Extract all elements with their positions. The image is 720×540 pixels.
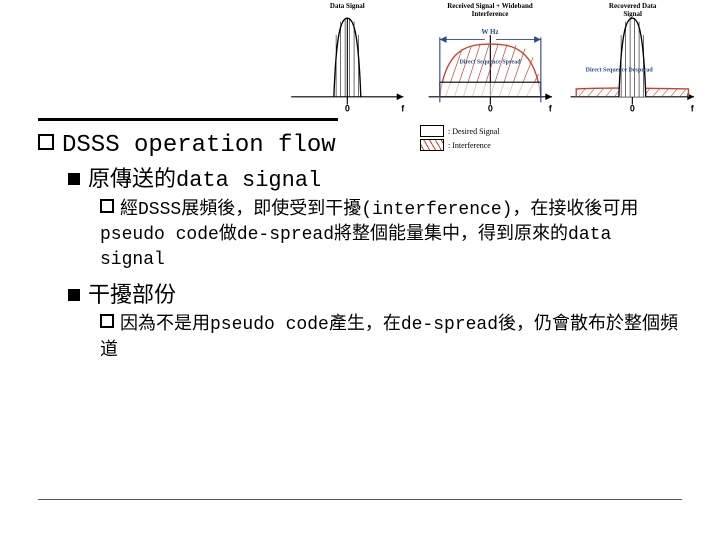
level3-item: 因為不是用pseudo code產生，在de-spread後，仍會散布於整個頻道 <box>100 313 682 363</box>
svg-text:0: 0 <box>488 103 493 113</box>
diagram-title: Received Signal + Wideband Interference <box>435 2 545 18</box>
bandwidth-label: W Hz <box>481 28 498 36</box>
diagram-title: Recovered Data Signal <box>599 2 666 18</box>
level2-text: 干擾部份 <box>88 284 176 309</box>
svg-text:f: f <box>691 103 694 113</box>
bullet-open-icon <box>100 314 114 328</box>
level1-item: DSSS operation flow <box>38 130 682 162</box>
level2-item: 原傳送的data signal <box>68 166 682 196</box>
bullet-solid-icon <box>68 289 80 301</box>
dsss-diagrams: Data Signal 0 f Received Signal + Wideba… <box>280 0 700 115</box>
level2-text: 原傳送的data signal <box>88 168 321 193</box>
diagram-recovered: Recovered Data Signal Direct Sequence De… <box>565 0 700 115</box>
svg-text:0: 0 <box>630 103 635 113</box>
level1-text: DSSS operation flow <box>62 132 336 159</box>
level3-text: 因為不是用pseudo code產生，在de-spread後，仍會散布於整個頻道 <box>100 315 678 360</box>
level2-item: 干擾部份 <box>68 282 682 312</box>
spread-label: Direct Sequence Spread <box>459 60 520 67</box>
svg-text:f: f <box>548 103 551 113</box>
level3-text: 經DSSS展頻後，即使受到干擾(interference)，在接收後可用pseu… <box>100 200 638 270</box>
diagram-data-signal: Data Signal 0 f <box>280 0 415 115</box>
svg-text:0: 0 <box>345 103 350 113</box>
level3-item: 經DSSS展頻後，即使受到干擾(interference)，在接收後可用pseu… <box>100 198 682 274</box>
despread-label: Direct Sequence Despread <box>586 68 653 75</box>
diagram-received-interference: Received Signal + Wideband Interference … <box>423 0 558 115</box>
svg-text:f: f <box>401 103 404 113</box>
outline-content: DSSS operation flow 原傳送的data signal 經DSS… <box>38 130 682 372</box>
bullet-open-icon <box>100 199 114 213</box>
bullet-open-icon <box>38 134 54 150</box>
bullet-solid-icon <box>68 173 80 185</box>
footer-rule <box>38 499 682 500</box>
title-rule <box>38 118 338 121</box>
diagram-title: Data Signal <box>330 2 365 10</box>
